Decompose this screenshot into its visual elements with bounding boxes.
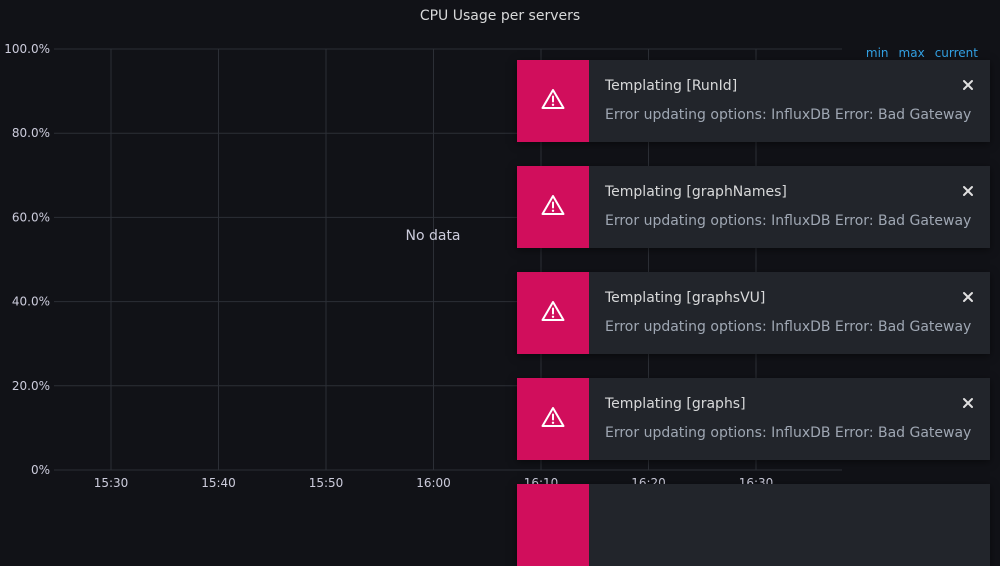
x-tick-label: 15:40 <box>201 476 236 490</box>
y-tick-label: 40.0% <box>12 295 50 309</box>
close-icon[interactable] <box>960 183 976 199</box>
error-toast: Templating [graphsVU] Error updating opti… <box>517 272 990 354</box>
y-tick-label: 100.0% <box>4 42 50 56</box>
toast-title: Templating [graphNames] <box>605 184 787 200</box>
error-toast: Templating [RunId] Error updating options… <box>517 60 990 142</box>
x-tick-label: 15:50 <box>309 476 344 490</box>
y-tick-label: 80.0% <box>12 126 50 140</box>
close-icon[interactable] <box>960 77 976 93</box>
toast-icon-area <box>517 484 589 566</box>
warning-icon <box>541 300 565 326</box>
error-toast: Templating [graphs] Error updating option… <box>517 378 990 460</box>
close-icon[interactable] <box>960 289 976 305</box>
toast-message: Error updating options: InfluxDB Error: … <box>605 425 972 441</box>
toast-icon-area <box>517 378 589 460</box>
warning-icon <box>541 406 565 432</box>
warning-icon <box>541 194 565 220</box>
y-tick-label: 60.0% <box>12 210 50 224</box>
warning-icon <box>541 88 565 114</box>
x-tick-label: 15:30 <box>94 476 129 490</box>
error-toast: Templating [graphNames] Error updating op… <box>517 166 990 248</box>
y-tick-label: 20.0% <box>12 379 50 393</box>
toast-title: Templating [graphs] <box>605 396 746 412</box>
x-tick-label: 16:00 <box>416 476 451 490</box>
toast-icon-area <box>517 272 589 354</box>
toast-title: Templating [RunId] <box>605 78 738 94</box>
toast-icon-area <box>517 166 589 248</box>
no-data-message: No data <box>405 228 461 244</box>
toast-message: Error updating options: InfluxDB Error: … <box>605 319 972 335</box>
error-toast-partial <box>517 484 990 566</box>
toast-message: Error updating options: InfluxDB Error: … <box>605 213 972 229</box>
y-tick-label: 0% <box>31 463 50 477</box>
toast-icon-area <box>517 60 589 142</box>
toast-message: Error updating options: InfluxDB Error: … <box>605 107 972 123</box>
toast-title: Templating [graphsVU] <box>605 290 766 306</box>
close-icon[interactable] <box>960 395 976 411</box>
